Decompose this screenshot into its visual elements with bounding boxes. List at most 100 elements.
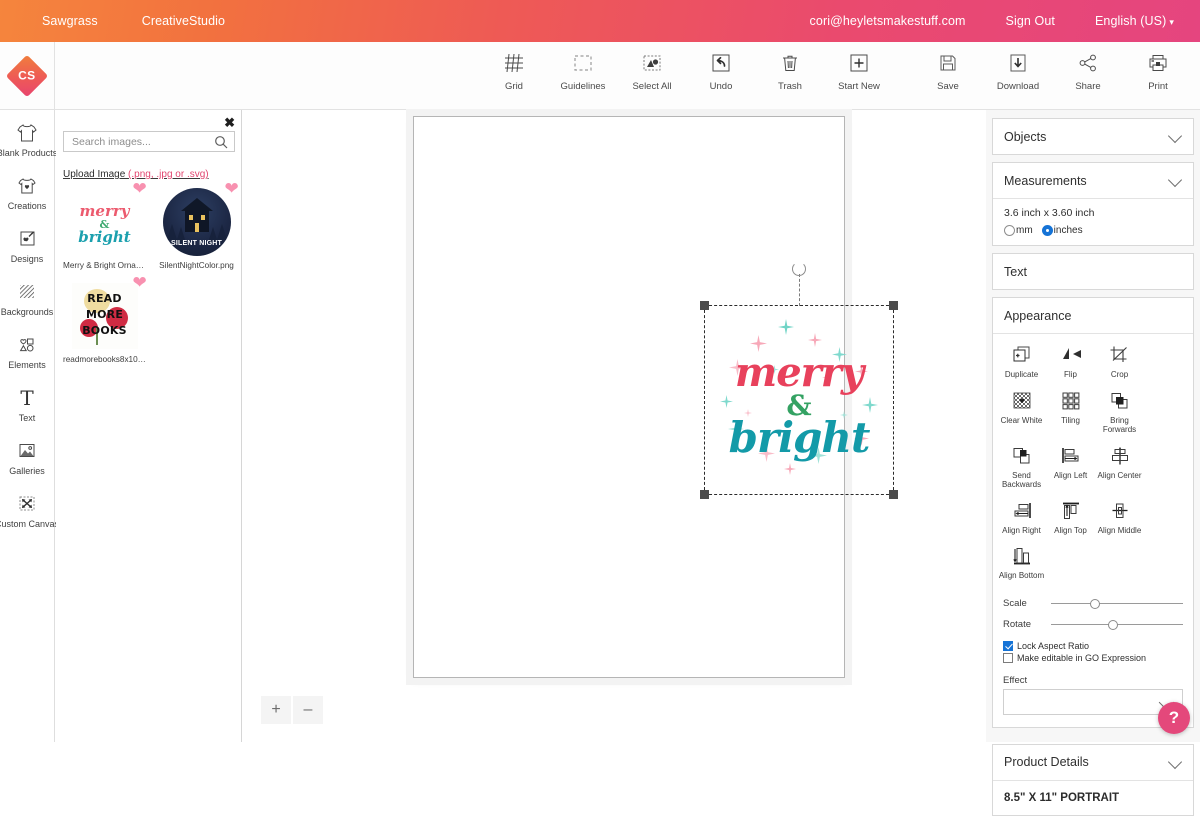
tiling-button[interactable]: Tiling <box>1046 389 1095 435</box>
sidebar-item-galleries[interactable]: Galleries <box>0 438 54 477</box>
resize-handle-bottom-left[interactable] <box>700 490 709 499</box>
canvas-workspace[interactable]: merry & bright + – <box>243 110 985 742</box>
go-expression-checkbox[interactable] <box>1003 653 1013 663</box>
zoom-in-button[interactable]: + <box>261 696 291 724</box>
radio-mm[interactable] <box>1004 225 1015 236</box>
start-new-button[interactable]: Start New <box>835 50 883 92</box>
sidebar-item-designs[interactable]: Designs <box>0 226 54 265</box>
thumbnail-read-more-books[interactable]: READ MORE BOOKS ❤ <box>69 280 141 352</box>
crop-label: Crop <box>1111 370 1128 380</box>
guidelines-button[interactable]: Guidelines <box>559 50 607 92</box>
product-name-link[interactable]: CreativeStudio <box>142 14 225 28</box>
undo-button[interactable]: Undo <box>697 50 745 92</box>
chevron-down-icon[interactable] <box>1169 130 1182 143</box>
measurements-section-header[interactable]: Measurements <box>993 163 1193 198</box>
chevron-down-icon[interactable] <box>1169 756 1182 769</box>
bring-forwards-button[interactable]: Bring Forwards <box>1095 389 1144 435</box>
search-icon[interactable] <box>214 135 228 149</box>
align-right-button[interactable]: Align Right <box>997 499 1046 536</box>
resize-handle-top-right[interactable] <box>889 301 898 310</box>
list-item[interactable]: merry & bright ❤ Merry & Bright Ornam... <box>63 186 146 270</box>
language-selector[interactable]: English (US)▾ <box>1095 14 1174 28</box>
search-input[interactable] <box>70 135 214 149</box>
align-top-button[interactable]: Align Top <box>1046 499 1095 536</box>
align-top-icon <box>1059 499 1083 523</box>
clear-white-button[interactable]: Clear White <box>997 389 1046 435</box>
heart-icon[interactable]: ❤ <box>225 182 241 197</box>
help-button[interactable]: ? <box>1158 702 1190 734</box>
share-label: Share <box>1075 81 1100 92</box>
align-bottom-button[interactable]: Align Bottom <box>997 544 1046 581</box>
resize-handle-top-left[interactable] <box>700 301 709 310</box>
objects-title: Objects <box>1004 130 1046 144</box>
sidebar-label-designs: Designs <box>11 254 44 265</box>
go-expression-row[interactable]: Make editable in GO Expression <box>997 653 1189 663</box>
sidebar-item-backgrounds[interactable]: Backgrounds <box>0 279 54 318</box>
flip-button[interactable]: Flip <box>1046 343 1095 380</box>
align-left-button[interactable]: Align Left <box>1046 444 1095 490</box>
text-title: Text <box>1004 265 1027 279</box>
trash-button[interactable]: Trash <box>766 50 814 92</box>
chevron-down-icon[interactable] <box>1169 174 1182 187</box>
align-bottom-icon <box>1010 544 1034 568</box>
selected-object-bounding-box[interactable]: merry & bright <box>704 305 894 495</box>
grid-button[interactable]: Grid <box>490 50 538 92</box>
save-button[interactable]: Save <box>924 50 972 92</box>
photo-icon <box>14 438 40 464</box>
go-expression-label: Make editable in GO Expression <box>1017 653 1146 663</box>
account-email[interactable]: cori@heyletsmakestuff.com <box>810 14 966 28</box>
print-button[interactable]: Print <box>1134 50 1182 92</box>
lock-aspect-ratio-checkbox[interactable] <box>1003 641 1013 651</box>
sidebar-item-elements[interactable]: Elements <box>0 332 54 371</box>
rotate-slider[interactable] <box>1051 619 1183 631</box>
app-logo[interactable]: CS <box>0 42 55 110</box>
thumbnail-silent-night[interactable]: SILENT NIGHT ❤ <box>161 186 233 258</box>
select-all-button[interactable]: Select All <box>628 50 676 92</box>
design-page[interactable]: merry & bright <box>413 116 845 678</box>
image-thumbnail-grid: merry & bright ❤ Merry & Bright Ornam... <box>63 186 239 374</box>
align-middle-button[interactable]: Align Middle <box>1095 499 1144 536</box>
effect-dropdown[interactable] <box>1003 689 1183 715</box>
product-details-section-header[interactable]: Product Details <box>993 745 1193 780</box>
radio-inches[interactable] <box>1042 225 1053 236</box>
rotate-slider-handle[interactable] <box>1108 620 1118 630</box>
flip-icon <box>1059 343 1083 367</box>
rotate-label: Rotate <box>1003 619 1047 630</box>
sidebar-item-text[interactable]: T Text <box>0 385 54 424</box>
toolbar-center-tools: Grid Guidelines Select All Undo Trash <box>490 42 883 110</box>
list-item[interactable]: SILENT NIGHT ❤ SilentNightColor.png <box>155 186 238 270</box>
download-button[interactable]: Download <box>994 50 1042 92</box>
lock-aspect-ratio-row[interactable]: Lock Aspect Ratio <box>997 641 1189 651</box>
resize-handle-bottom-right[interactable] <box>889 490 898 499</box>
scale-slider-handle[interactable] <box>1090 599 1100 609</box>
thumbnail-merry-bright[interactable]: merry & bright ❤ <box>69 186 141 258</box>
text-section-header[interactable]: Text <box>993 254 1193 289</box>
chevron-down-icon: ▾ <box>1169 17 1174 27</box>
align-center-button[interactable]: Align Center <box>1095 444 1144 490</box>
appearance-section-header[interactable]: Appearance <box>993 298 1193 333</box>
close-icon[interactable]: ✖ <box>224 116 235 129</box>
sidebar-item-custom-canvas[interactable]: Custom Canvas <box>0 491 54 530</box>
send-backwards-button[interactable]: Send Backwards <box>997 444 1046 490</box>
objects-section-header[interactable]: Objects <box>993 119 1193 154</box>
scale-slider[interactable] <box>1051 598 1183 610</box>
undo-label: Undo <box>710 81 733 92</box>
align-center-label: Align Center <box>1097 471 1141 481</box>
search-images-box[interactable] <box>63 131 235 152</box>
align-top-label: Align Top <box>1054 526 1087 536</box>
list-item[interactable]: READ MORE BOOKS ❤ readmorebooks8x10.jpg <box>63 280 146 364</box>
heart-icon[interactable]: ❤ <box>133 182 149 197</box>
sidebar-item-blank-products[interactable]: Blank Products <box>0 120 54 159</box>
brand-link[interactable]: Sawgrass <box>42 14 98 28</box>
save-label: Save <box>937 81 959 92</box>
thumb-art-line3: bright <box>72 228 138 246</box>
rotate-handle-icon[interactable] <box>792 262 806 276</box>
sign-out-button[interactable]: Sign Out <box>1006 14 1055 28</box>
share-button[interactable]: Share <box>1064 50 1112 92</box>
sidebar-item-creations[interactable]: Creations <box>0 173 54 212</box>
duplicate-button[interactable]: Duplicate <box>997 343 1046 380</box>
heart-icon[interactable]: ❤ <box>133 276 149 291</box>
sidebar-label-creations: Creations <box>8 201 47 212</box>
crop-button[interactable]: Crop <box>1095 343 1144 380</box>
zoom-out-button[interactable]: – <box>293 696 323 724</box>
